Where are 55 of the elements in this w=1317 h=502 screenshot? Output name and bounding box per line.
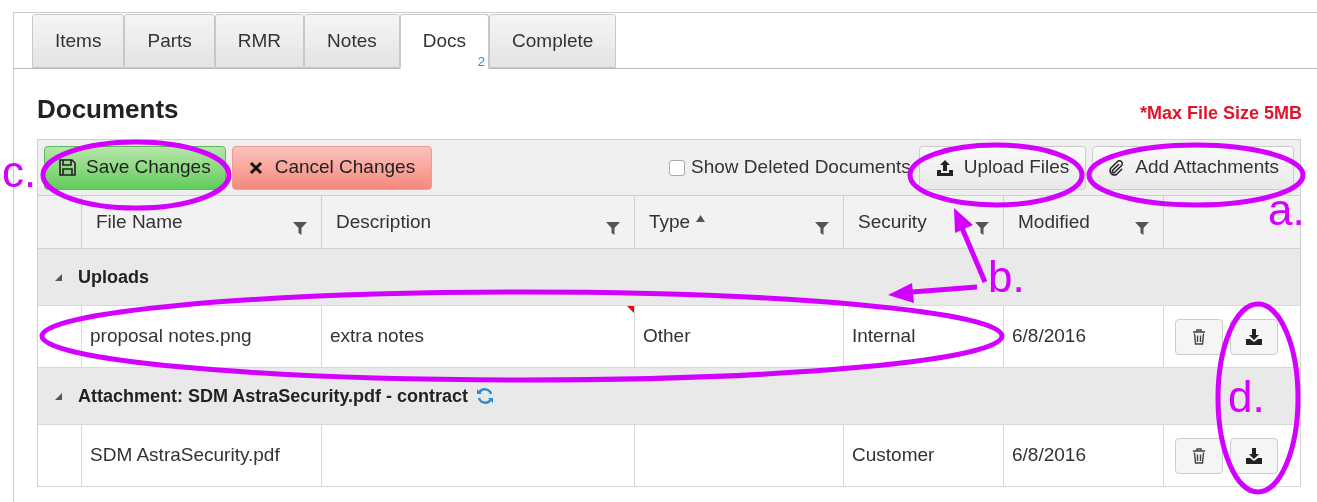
expand-caret-icon[interactable] xyxy=(54,392,62,400)
column-header[interactable]: File Name xyxy=(82,196,322,248)
checkbox[interactable] xyxy=(669,159,686,176)
tab[interactable]: Items xyxy=(32,14,125,68)
column-title: Security xyxy=(858,209,927,234)
filter-icon[interactable] xyxy=(975,221,989,235)
table-cell-text: proposal notes.png xyxy=(90,324,252,349)
expand-caret-icon[interactable] xyxy=(54,273,62,281)
filter-icon[interactable] xyxy=(606,221,620,235)
download-icon xyxy=(1245,328,1263,345)
annotation-letter: a. xyxy=(1268,188,1305,232)
table-cell-text: Internal xyxy=(852,324,916,349)
tab[interactable]: Complete xyxy=(489,14,617,68)
column-header[interactable]: Description xyxy=(322,196,635,248)
tab[interactable]: Notes xyxy=(304,14,400,68)
column-header[interactable]: Modified xyxy=(1004,196,1164,248)
group-title: Attachment: SDM AstraSecurity.pdf - contract xyxy=(78,384,469,408)
column-header[interactable]: Type xyxy=(635,196,844,248)
tab[interactable]: RMR xyxy=(214,14,305,68)
delete-button[interactable] xyxy=(1175,437,1223,474)
download-button[interactable] xyxy=(1230,318,1278,355)
column-title: Modified xyxy=(1018,209,1090,234)
table-cell-text: SDM AstraSecurity.pdf xyxy=(90,443,280,468)
tab-count-label: 2 xyxy=(477,55,486,68)
refresh-icon[interactable] xyxy=(476,387,495,405)
section-title: Documents xyxy=(37,93,179,126)
max-file-size-note: *Max File Size 5MB xyxy=(1139,102,1302,125)
filter-icon[interactable] xyxy=(1135,221,1149,235)
delete-button[interactable] xyxy=(1175,318,1223,355)
upload-icon xyxy=(935,159,954,176)
column-title: Type xyxy=(649,209,691,234)
annotation-letter: b. xyxy=(988,255,1025,299)
table-cell-text: 6/8/2016 xyxy=(1012,443,1086,468)
download-button[interactable] xyxy=(1230,437,1278,474)
paperclip-icon xyxy=(1107,158,1126,177)
trash-icon xyxy=(1192,447,1206,464)
tab[interactable]: Docs 2 xyxy=(399,14,490,69)
filter-icon[interactable] xyxy=(293,221,307,235)
cancel-changes-button[interactable]: Cancel Changes xyxy=(231,145,433,190)
tab[interactable]: Parts xyxy=(124,14,215,68)
close-icon xyxy=(248,160,263,175)
checkbox-label: Show Deleted Documents xyxy=(691,155,911,180)
table-cell-text: extra notes xyxy=(330,324,424,349)
table-cell-text: Other xyxy=(643,324,691,349)
download-icon xyxy=(1245,447,1263,464)
column-title: File Name xyxy=(96,209,183,234)
trash-icon xyxy=(1192,328,1206,345)
filter-icon[interactable] xyxy=(815,221,829,235)
table-cell-text: Customer xyxy=(852,443,935,468)
column-title: Description xyxy=(336,209,432,234)
annotation-letter: d. xyxy=(1228,375,1265,419)
annotation-letter: c. xyxy=(2,150,37,194)
table-cell-text: 6/8/2016 xyxy=(1012,324,1086,349)
save-changes-button[interactable]: Save Changes xyxy=(44,145,226,190)
group-title: Uploads xyxy=(78,265,149,289)
